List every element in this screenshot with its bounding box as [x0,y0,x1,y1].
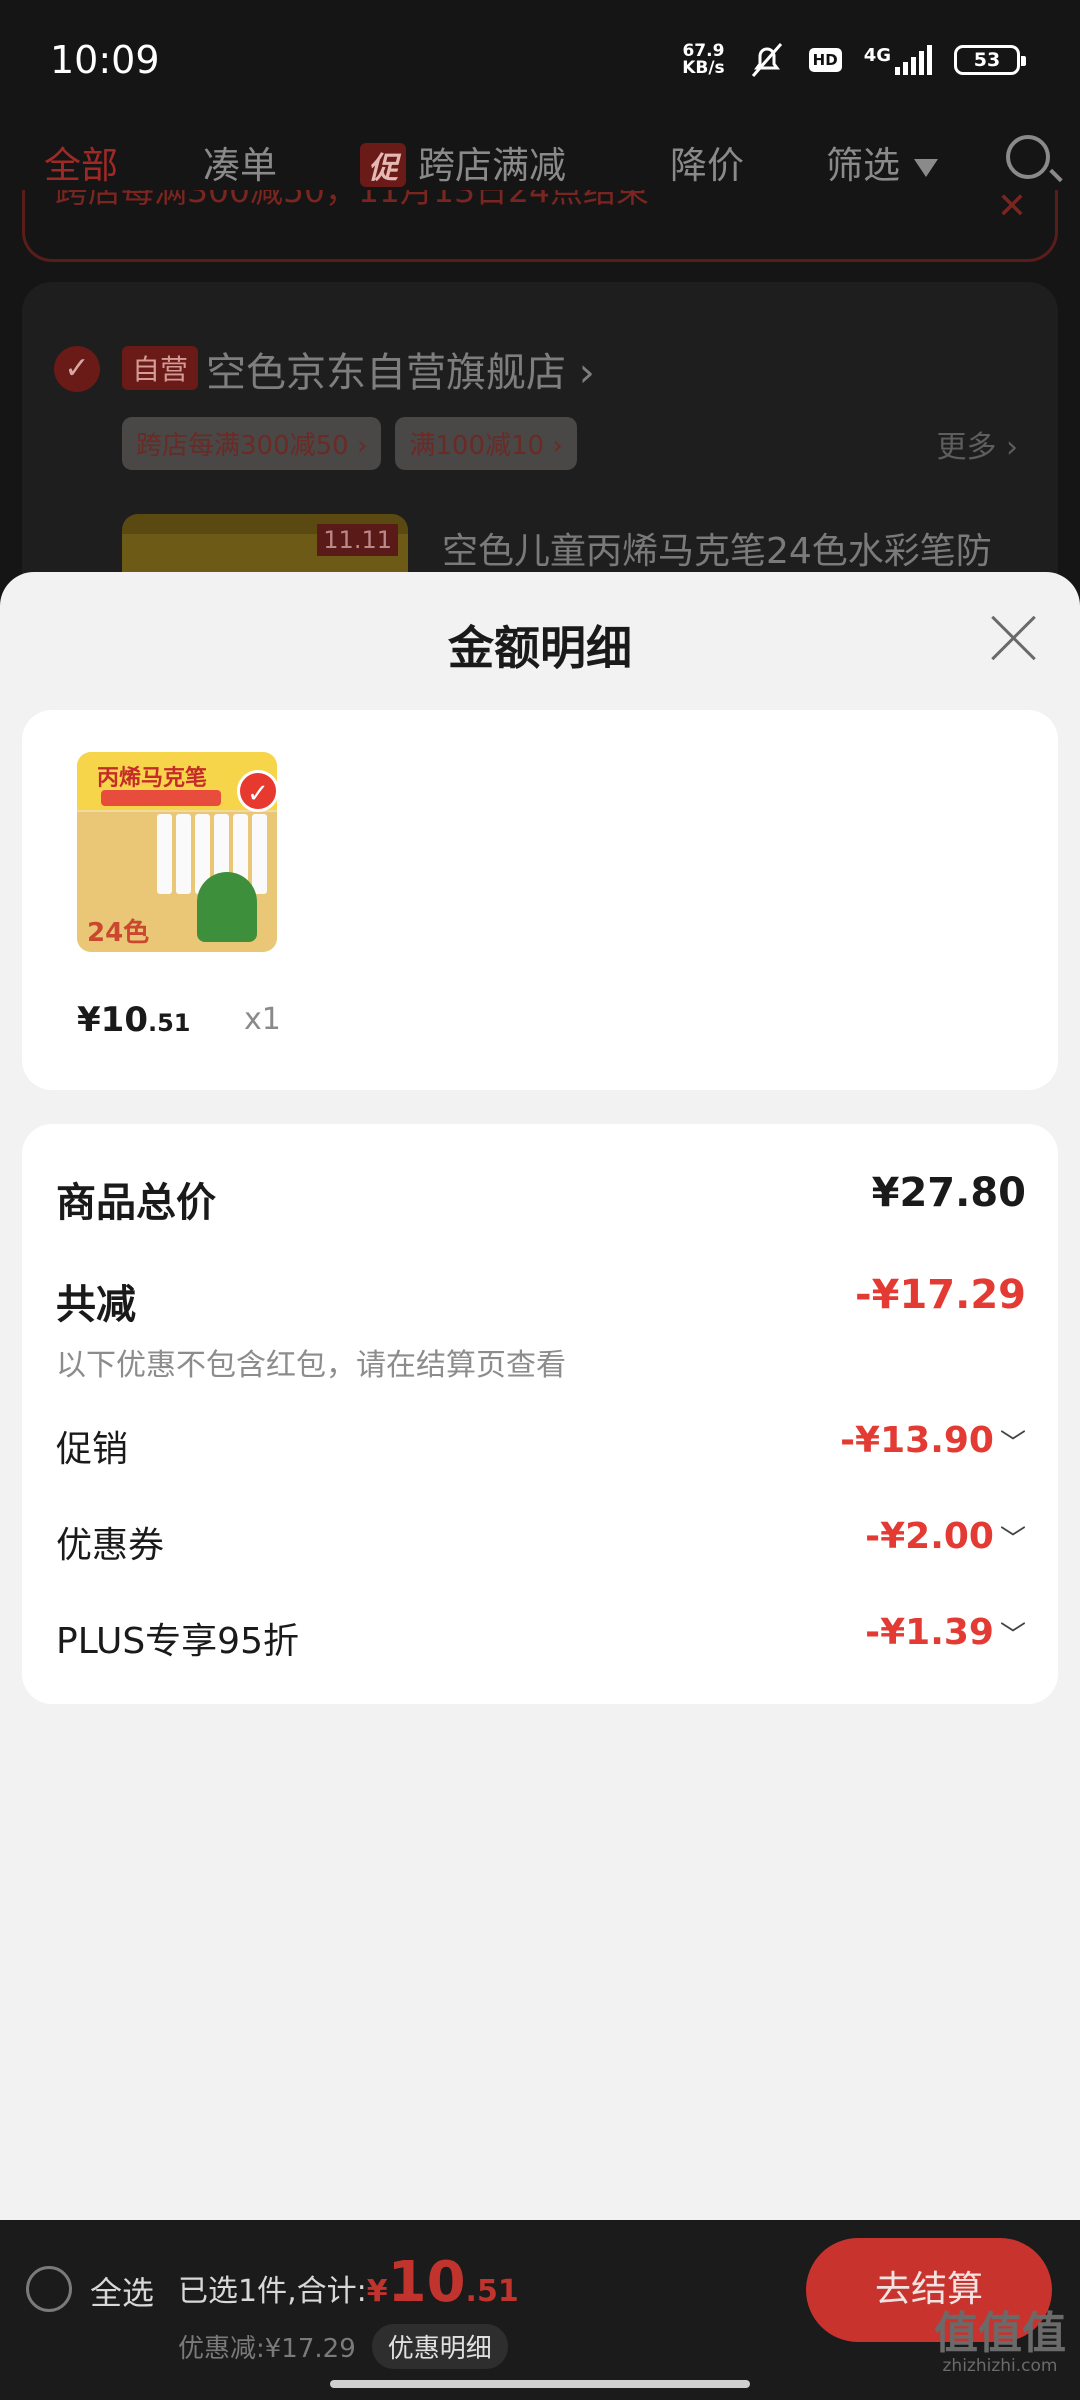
status-icons: 67.9 KB/s HD 4G 53 [682,40,1026,80]
mute-bell-icon [751,43,782,77]
item-price: ¥10.51 [77,1000,191,1040]
self-operated-tag: 自营 [122,346,199,390]
close-icon[interactable]: ✕ [997,190,1027,227]
status-time: 10:09 [50,38,160,82]
selected-check-icon: ✓ [237,770,277,812]
item-card: 丙烯马克笔 24色 ✓ ¥10.51 x1 [22,710,1058,1090]
total-price-value: ¥27.80 [871,1170,1026,1216]
price-detail-card: 商品总价 ¥27.80 共减 -¥17.29 以下优惠不包含红包，请在结算页查看… [22,1124,1058,1704]
total-amount: ¥10.51 [366,2250,519,2315]
store-name[interactable]: 空色京东自营旗舰店 › [206,340,595,398]
store-promo-tag[interactable]: 满100减10 › [395,417,577,470]
promo-notice: 跨店每满300减50，11月13日24点结束 ✕ [22,190,1058,262]
battery-icon: 53 [954,45,1026,75]
tab-bundle[interactable]: 凑单 [203,135,277,189]
select-all-checkbox[interactable] [26,2266,72,2312]
signal-icon: 4G [864,45,932,75]
discount-detail-button[interactable]: 优惠明细 [371,2324,508,2369]
hd-badge: HD [808,48,842,72]
total-reduce-value: -¥17.29 [855,1272,1026,1318]
total-reduce-row: 共减 -¥17.29 [56,1272,1026,1328]
home-indicator[interactable] [330,2380,750,2388]
coupon-row[interactable]: 优惠券 -¥2.00 ﹀ [56,1516,1026,1568]
more-link[interactable]: 更多 › [936,422,1018,466]
discount-summary: 优惠减:¥17.29 优惠明细 [178,2324,508,2369]
total-summary: 已选1件,合计:¥10.51 [178,2250,519,2315]
promo-badge: 促 [360,143,406,187]
store-promo-tag[interactable]: 跨店每满300减50 › [122,417,382,470]
total-price-row: 商品总价 ¥27.80 [56,1170,1026,1226]
checkout-bar: 全选 已选1件,合计:¥10.51 优惠减:¥17.29 优惠明细 去结算 值值… [0,2220,1080,2400]
select-all-label[interactable]: 全选 [90,2268,154,2314]
tab-cross-store[interactable]: 促跨店满减 [360,135,566,189]
tab-all[interactable]: 全部 [44,135,118,189]
amount-detail-sheet: 金额明细 丙烯马克笔 24色 ✓ ¥10.51 x1 商品总价 ¥27.80 共… [0,572,1080,2220]
chevron-down-icon: ﹀ [999,1525,1026,1555]
reduce-note: 以下优惠不包含红包，请在结算页查看 [56,1348,566,1383]
chevron-down-icon: ﹀ [999,1429,1026,1459]
checkbox-checked-icon[interactable]: ✓ [54,346,100,392]
tab-price-drop[interactable]: 降价 [670,135,744,189]
tab-filter[interactable]: 筛选 [826,135,938,189]
store-promo-tags: 跨店每满300减50 › 满100减10 › [122,417,577,470]
close-icon[interactable] [988,612,1038,662]
chevron-down-icon: ﹀ [999,1621,1026,1651]
net-speed: 67.9 KB/s [682,41,725,78]
item-quantity: x1 [244,1002,281,1037]
product-image[interactable]: 丙烯马克笔 24色 ✓ [77,752,277,952]
status-bar: 10:09 67.9 KB/s HD 4G 53 [0,0,1080,125]
filter-icon [914,158,938,177]
search-icon[interactable] [1006,135,1050,179]
watermark: 值值值 zhizhizhi.com [934,2308,1066,2377]
promotion-row[interactable]: 促销 -¥13.90 ﹀ [56,1420,1026,1472]
sheet-title: 金额明细 [448,621,632,675]
plus-discount-row[interactable]: PLUS专享95折 -¥1.39 ﹀ [56,1612,1026,1664]
product-title[interactable]: 空色儿童丙烯马克笔24色水彩笔防 [442,522,992,574]
